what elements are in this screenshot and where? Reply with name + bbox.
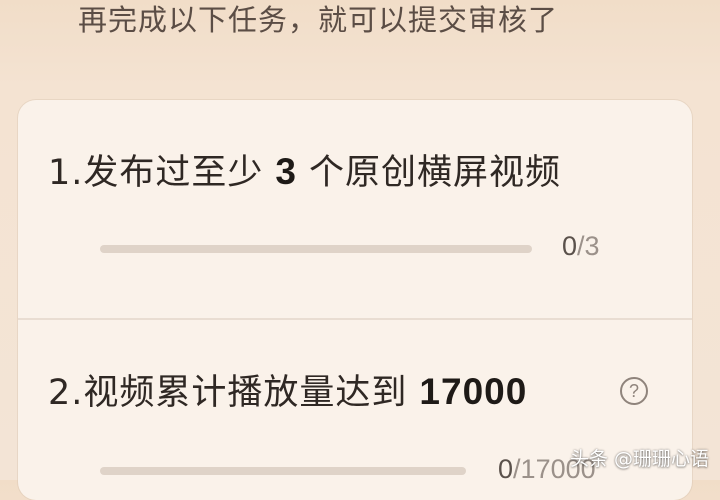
task-1-progress-separator: / <box>577 231 585 261</box>
task-divider <box>18 318 692 320</box>
task-1-progress-bar <box>100 245 532 253</box>
watermark-text: 头条 @珊珊心语 <box>570 448 710 470</box>
instruction-header: 再完成以下任务，就可以提交审核了 <box>78 3 559 37</box>
task-1-progress-current: 0 <box>562 231 578 261</box>
task-1-progress-total: 3 <box>584 231 600 261</box>
task-1-progress-count: 0/3 <box>562 231 600 261</box>
task-2-target-number: 17000 <box>419 371 528 412</box>
task-2-prefix: 视频累计播放量达到 <box>83 373 408 413</box>
task-1-index: 1. <box>48 153 84 193</box>
question-circle-icon[interactable]: ? <box>620 377 648 405</box>
task-1-target-number: 3 <box>275 151 297 192</box>
task-1-title: 1.发布过至少 3 个原创横屏视频 <box>48 148 561 197</box>
task-2-index: 2. <box>48 373 84 413</box>
task-2-title: 2.视频累计播放量达到 17000 <box>48 368 539 417</box>
task-2-progress-bar <box>100 467 466 475</box>
task-1-prefix: 发布过至少 <box>83 153 264 193</box>
task-1-suffix: 个原创横屏视频 <box>309 153 562 193</box>
